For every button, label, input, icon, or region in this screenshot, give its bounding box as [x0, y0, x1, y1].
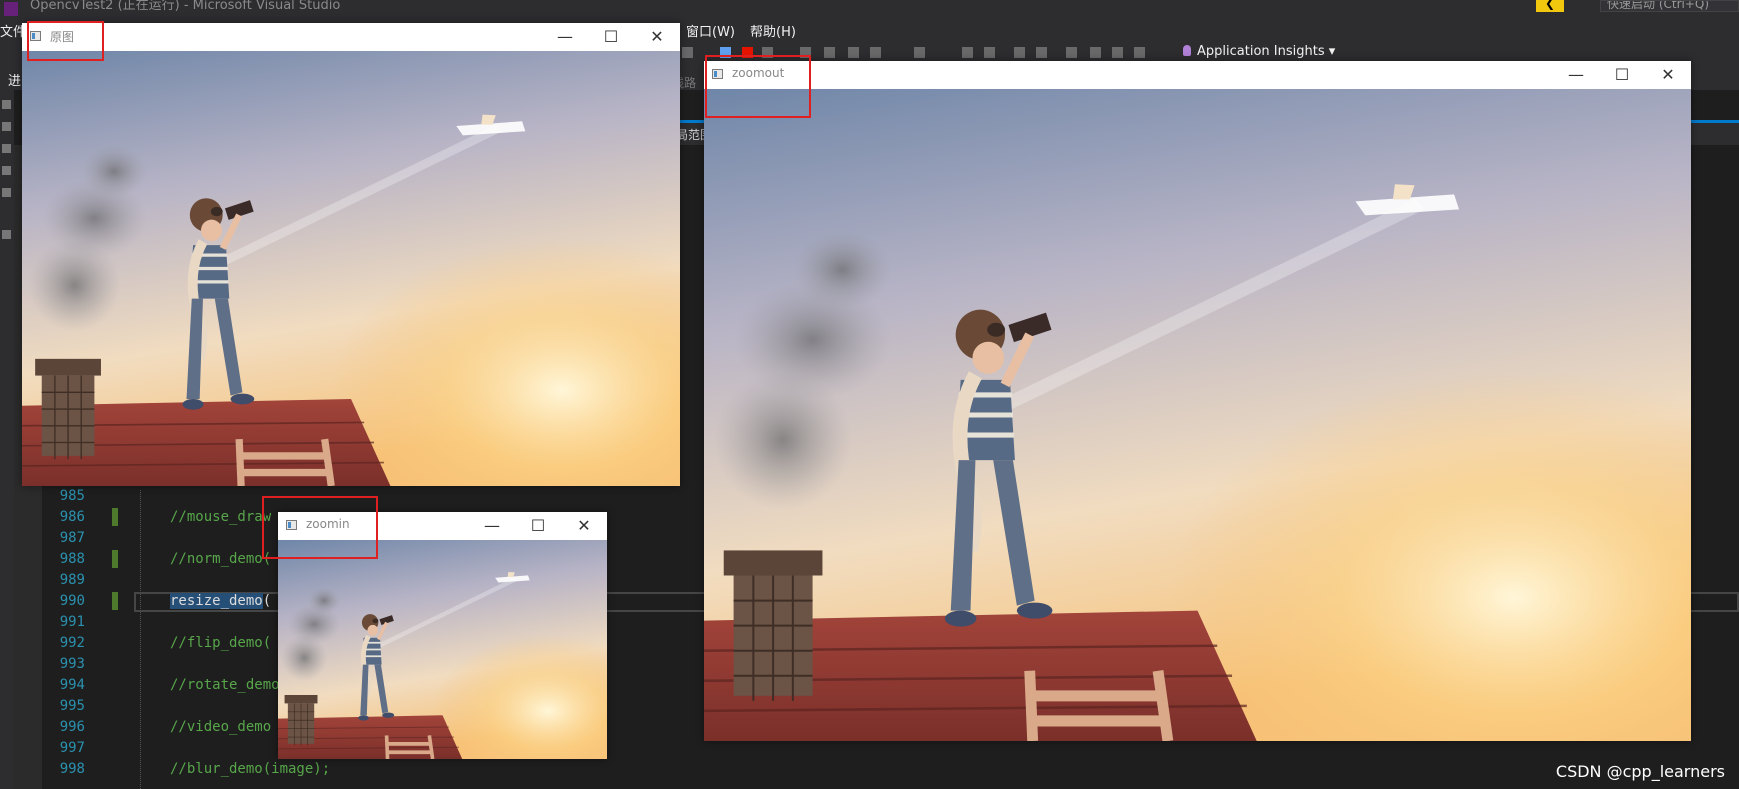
- code-line[interactable]: //norm_demo(: [170, 551, 271, 567]
- code-paren: (: [262, 593, 272, 609]
- application-insights-label: Application Insights: [1197, 44, 1325, 59]
- line-number: 997: [59, 740, 85, 756]
- step-out-icon[interactable]: [870, 47, 881, 58]
- diagnostics-icon[interactable]: [2, 188, 11, 197]
- change-marker: [112, 550, 118, 568]
- csdn-watermark: CSDN @cpp_learners: [1555, 762, 1725, 781]
- annotation-box-zoomout-title: [705, 55, 811, 118]
- maximize-button[interactable]: ☐: [588, 23, 634, 51]
- close-button[interactable]: ✕: [634, 23, 680, 51]
- annotation-box-zoomin-title: [262, 496, 378, 559]
- menu-window[interactable]: 窗口(W): [686, 21, 735, 40]
- vs-side-panel: [0, 90, 14, 789]
- change-marker: [112, 592, 118, 610]
- line-number: 994: [59, 677, 85, 693]
- call-hierarchy-icon[interactable]: [2, 230, 11, 239]
- application-insights-button[interactable]: Application Insights ▾: [1183, 44, 1335, 59]
- window-title-bar[interactable]: zoomout — ☐ ✕: [704, 61, 1691, 89]
- lightbulb-icon: [1183, 45, 1191, 56]
- server-explorer-icon[interactable]: [2, 100, 11, 109]
- prev-bookmark-icon[interactable]: [1090, 47, 1101, 58]
- line-number: 993: [59, 656, 85, 672]
- displayed-image: [22, 51, 680, 486]
- line-number: 990: [59, 593, 85, 609]
- vs-window-title: OpencvTest2 (正在运行) - Microsoft Visual St…: [30, 0, 341, 13]
- change-marker: [112, 508, 118, 526]
- close-button[interactable]: ✕: [561, 512, 607, 540]
- toolbox-icon[interactable]: [2, 122, 11, 131]
- line-number: 992: [59, 635, 85, 651]
- resource-view-icon[interactable]: [2, 144, 11, 153]
- notification-badge[interactable]: ❮: [1536, 0, 1564, 12]
- toolbar-dropdown-icon[interactable]: [682, 47, 693, 58]
- annotation-box-original-title: [27, 21, 104, 61]
- line-number: 996: [59, 719, 85, 735]
- line-number: 985: [59, 488, 85, 504]
- process-label: 进: [8, 74, 22, 89]
- next-bookmark-icon[interactable]: [1112, 47, 1123, 58]
- visual-studio-logo-icon: [4, 2, 18, 16]
- line-number: 987: [59, 530, 85, 546]
- code-line[interactable]: //flip_demo(: [170, 635, 271, 651]
- uncomment-icon[interactable]: [1036, 47, 1047, 58]
- notification-flag-icon: ❮: [1545, 0, 1556, 10]
- step-over-icon[interactable]: [848, 47, 859, 58]
- line-number: 986: [59, 509, 85, 525]
- displayed-image: [704, 89, 1691, 741]
- hex-display-icon[interactable]: [914, 47, 925, 58]
- data-sources-icon[interactable]: [2, 166, 11, 175]
- line-number: 988: [59, 551, 85, 567]
- quick-launch-input[interactable]: 快速启动 (Ctrl+Q): [1600, 0, 1739, 12]
- line-number: 989: [59, 572, 85, 588]
- bookmark-icon[interactable]: [1066, 47, 1077, 58]
- original-image-window[interactable]: 原图 — ☐ ✕: [22, 23, 680, 486]
- code-line[interactable]: //blur_demo(image);: [170, 761, 330, 777]
- line-number: 995: [59, 698, 85, 714]
- step-into-icon[interactable]: [824, 47, 835, 58]
- maximize-button[interactable]: ☐: [1599, 61, 1645, 89]
- close-button[interactable]: ✕: [1645, 61, 1691, 89]
- selected-identifier: resize_demo: [170, 593, 263, 609]
- navigate-icon[interactable]: [962, 47, 973, 58]
- indent-guide: [140, 490, 141, 789]
- menu-help[interactable]: 帮助(H): [750, 21, 796, 40]
- zoomout-window[interactable]: zoomout — ☐ ✕: [704, 61, 1691, 741]
- line-number: 991: [59, 614, 85, 630]
- maximize-button[interactable]: ☐: [515, 512, 561, 540]
- code-line[interactable]: //rotate_demo: [170, 677, 280, 693]
- clear-bookmarks-icon[interactable]: [1134, 47, 1145, 58]
- code-line[interactable]: resize_demo(: [170, 593, 271, 609]
- code-line[interactable]: //mouse_draw: [170, 509, 271, 525]
- line-number: 998: [59, 761, 85, 777]
- code-line[interactable]: //video_demo: [170, 719, 271, 735]
- minimize-button[interactable]: —: [542, 23, 588, 51]
- minimize-button[interactable]: —: [1553, 61, 1599, 89]
- displayed-image: [278, 540, 607, 759]
- comment-icon[interactable]: [1014, 47, 1025, 58]
- outdent-icon[interactable]: [984, 47, 995, 58]
- window-title-bar[interactable]: 原图 — ☐ ✕: [22, 23, 680, 51]
- minimize-button[interactable]: —: [469, 512, 515, 540]
